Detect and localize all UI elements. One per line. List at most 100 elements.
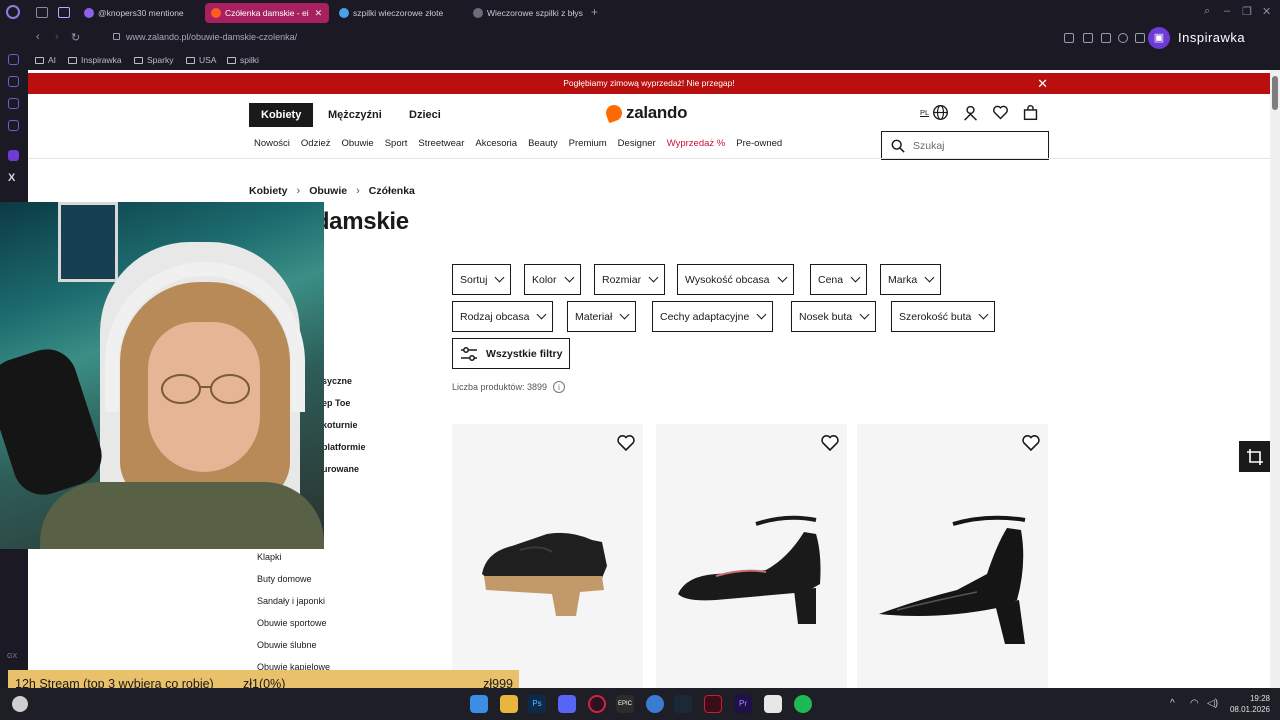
tray-chevron-up-icon[interactable]: ^ xyxy=(1170,698,1175,709)
browser-icon[interactable] xyxy=(646,695,664,713)
subcat-partial[interactable]: urowane xyxy=(322,464,359,474)
search-tabs-icon[interactable]: ⌕ xyxy=(1204,5,1210,18)
breadcrumb-kobiety[interactable]: Kobiety xyxy=(249,185,288,197)
reload-icon[interactable]: ↻ xyxy=(71,31,80,44)
tab-close-icon[interactable]: ✕ xyxy=(315,8,323,19)
filter-cena[interactable]: Cena xyxy=(810,264,868,295)
system-clock[interactable]: 19:28 08.01.2026 xyxy=(1230,693,1270,715)
filter-cechy-adaptacyjne[interactable]: Cechy adaptacyjne xyxy=(652,301,774,332)
globe-icon[interactable] xyxy=(931,103,949,121)
nav-nowosci[interactable]: Nowości xyxy=(254,138,290,149)
wishlist-heart-icon[interactable] xyxy=(1020,432,1042,454)
language-code[interactable]: PL xyxy=(920,108,929,117)
close-window-icon[interactable]: ✕ xyxy=(1262,5,1271,18)
subcat-buty-domowe[interactable]: Buty domowe xyxy=(257,574,312,584)
tab-czolenka[interactable]: Czółenka damskie - ei ✕ xyxy=(205,3,329,23)
nav-odziez[interactable]: Odzież xyxy=(301,138,331,149)
filter-nosek-buta[interactable]: Nosek buta xyxy=(791,301,877,332)
bookmark-usa[interactable]: USA xyxy=(186,55,216,65)
wifi-icon[interactable]: ◠ xyxy=(1190,698,1199,709)
tab-wieczorowe[interactable]: Wieczorowe szpilki z błys xyxy=(467,3,587,23)
opera-logo-icon[interactable] xyxy=(6,5,20,19)
breadcrumb-czolenka[interactable]: Czółenka xyxy=(369,185,415,197)
nav-beauty[interactable]: Beauty xyxy=(528,138,558,149)
discord-icon[interactable] xyxy=(558,695,576,713)
x-twitter-icon[interactable]: X xyxy=(8,172,15,184)
notepad-icon[interactable] xyxy=(764,695,782,713)
volume-icon[interactable]: ◁) xyxy=(1207,698,1218,709)
nav-obuwie[interactable]: Obuwie xyxy=(341,138,373,149)
tab-kobiety[interactable]: Kobiety xyxy=(249,103,314,127)
tab-mezczyzni[interactable]: Mężczyźni xyxy=(316,103,394,127)
windows-start-icon[interactable] xyxy=(470,695,488,713)
gx-icon[interactable] xyxy=(8,120,19,131)
filter-szerokosc-buta[interactable]: Szerokość buta xyxy=(891,301,996,332)
subcat-slubne[interactable]: Obuwie ślubne xyxy=(257,640,317,650)
snapshot-icon[interactable] xyxy=(1101,33,1111,43)
sidebar-toggle-icon[interactable] xyxy=(1064,33,1074,43)
bookmark-spilki[interactable]: spilki xyxy=(227,55,259,65)
filter-rozmiar[interactable]: Rozmiar xyxy=(594,264,666,295)
heart-icon[interactable] xyxy=(991,103,1009,121)
nav-streetwear[interactable]: Streetwear xyxy=(418,138,464,149)
bag-icon[interactable] xyxy=(1021,103,1039,121)
file-explorer-icon[interactable] xyxy=(500,695,518,713)
filter-kolor[interactable]: Kolor xyxy=(524,264,581,295)
new-tab-icon[interactable]: + xyxy=(591,5,598,19)
nav-akcesoria[interactable]: Akcesoria xyxy=(475,138,517,149)
tab-szpilki[interactable]: szpilki wieczorowe złote xyxy=(333,3,465,23)
tab-knopers[interactable]: @knopers30 mentione xyxy=(78,3,200,23)
weather-icon[interactable] xyxy=(12,696,28,712)
wishlist-heart-icon[interactable] xyxy=(819,432,841,454)
forward-icon[interactable]: › xyxy=(55,31,59,43)
url-field[interactable]: www.zalando.pl/obuwie-damskie-czolenka/ xyxy=(113,32,297,42)
shield-icon[interactable] xyxy=(1118,33,1128,43)
filter-rodzaj-obcasa[interactable]: Rodzaj obcasa xyxy=(452,301,554,332)
photoshop-icon[interactable]: Ps xyxy=(528,695,546,713)
tab-doc-icon[interactable] xyxy=(58,7,70,18)
search-input[interactable]: Szukaj xyxy=(881,131,1049,160)
davinci-icon[interactable] xyxy=(704,695,722,713)
subcat-sportowe[interactable]: Obuwie sportowe xyxy=(257,618,327,628)
twitch-icon[interactable] xyxy=(8,150,19,161)
subcat-partial[interactable]: syczne xyxy=(322,376,352,386)
spotify-icon[interactable] xyxy=(794,695,812,713)
filter-material[interactable]: Materiał xyxy=(567,301,637,332)
back-icon[interactable]: ‹ xyxy=(36,31,40,43)
product-card[interactable] xyxy=(452,424,643,688)
premiere-icon[interactable]: Pr xyxy=(734,695,752,713)
nav-sport[interactable]: Sport xyxy=(385,138,408,149)
bookmark-inspirawka[interactable]: Inspirawka xyxy=(68,55,122,65)
nav-wyprzedaz[interactable]: Wyprzedaż % xyxy=(667,138,726,149)
wishlist-heart-icon[interactable] xyxy=(615,432,637,454)
download-icon[interactable] xyxy=(1135,33,1145,43)
page-scrollbar[interactable] xyxy=(1270,70,1280,688)
filter-wysokosc-obcasa[interactable]: Wysokość obcasa xyxy=(677,264,794,295)
breadcrumb-obuwie[interactable]: Obuwie xyxy=(309,185,347,197)
steam-icon[interactable] xyxy=(674,695,692,713)
messenger-icon[interactable] xyxy=(8,98,19,109)
subcat-sandaly[interactable]: Sandały i japonki xyxy=(257,596,325,606)
subcat-klapki[interactable]: Klapki xyxy=(257,552,282,562)
bookmark-sparky[interactable]: Sparky xyxy=(134,55,173,65)
tab-island-icon[interactable] xyxy=(36,7,48,18)
subcat-partial[interactable]: platformie xyxy=(322,442,366,452)
zalando-logo[interactable]: zalando xyxy=(603,102,687,124)
user-icon[interactable] xyxy=(961,103,979,121)
subcat-partial[interactable]: ep Toe xyxy=(322,398,350,408)
product-card[interactable] xyxy=(656,424,847,688)
crop-icon[interactable] xyxy=(1239,441,1270,472)
nav-designer[interactable]: Designer xyxy=(618,138,656,149)
aria-icon[interactable] xyxy=(8,54,19,65)
all-filters-button[interactable]: Wszystkie filtry xyxy=(452,338,571,369)
workspace-icon[interactable] xyxy=(8,76,19,87)
epic-games-icon[interactable]: EPIC xyxy=(616,695,634,713)
promo-banner[interactable]: Pogłębiamy zimową wyprzedaż! Nie przegap… xyxy=(28,73,1270,94)
bookmark-ai[interactable]: AI xyxy=(35,55,56,65)
minimize-icon[interactable]: – xyxy=(1224,5,1230,17)
close-icon[interactable]: ✕ xyxy=(1037,73,1048,94)
subcat-partial[interactable]: koturnie xyxy=(322,420,358,430)
maximize-icon[interactable]: ❐ xyxy=(1242,5,1252,18)
info-icon[interactable]: i xyxy=(553,381,566,393)
nav-pre-owned[interactable]: Pre-owned xyxy=(736,138,782,149)
